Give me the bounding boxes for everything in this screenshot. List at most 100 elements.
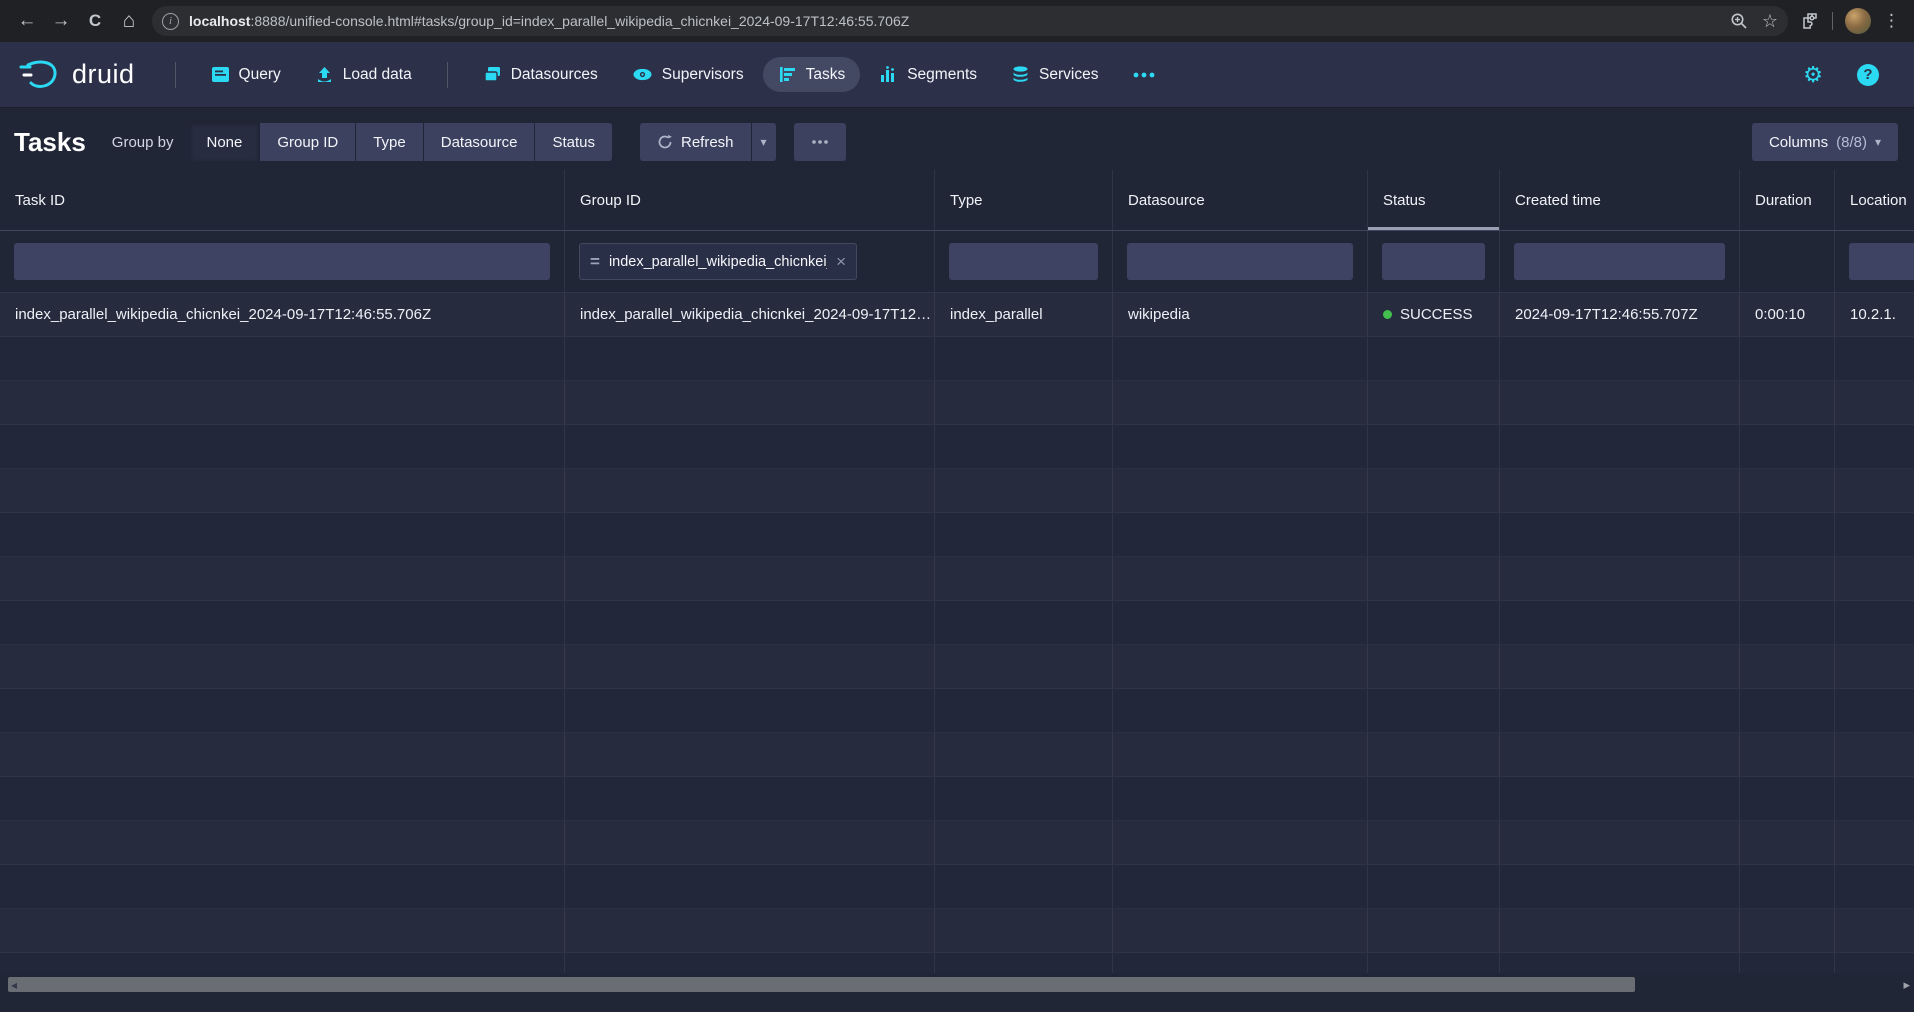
table-row-empty (0, 777, 1914, 821)
browser-toolbar: ← → C ⌂ i localhost:8888/unified-console… (0, 0, 1914, 42)
bookmark-star-icon[interactable]: ☆ (1762, 11, 1778, 32)
group-id-filter-value: index_parallel_wikipedia_chicnkei_202 (609, 254, 827, 270)
refresh-icon (657, 134, 673, 150)
group-by-label: Group by (112, 134, 174, 151)
zoom-icon[interactable] (1730, 12, 1748, 30)
column-header-location[interactable]: Location (1835, 170, 1914, 230)
type-filter-input[interactable] (949, 243, 1098, 280)
nav-item-services[interactable]: Services (996, 57, 1113, 92)
tasks-icon (778, 65, 797, 84)
druid-logo-icon (18, 58, 62, 92)
more-icon (811, 139, 829, 145)
scrollbar-thumb[interactable]: ◂ (8, 977, 1635, 992)
cell-duration: 0:00:10 (1755, 306, 1805, 323)
clear-filter-icon[interactable]: × (836, 252, 846, 272)
table-row-empty (0, 469, 1914, 513)
sort-indicator (1368, 227, 1499, 230)
group-by-datasource-button[interactable]: Datasource (424, 123, 535, 161)
nav-item-datasources[interactable]: Datasources (468, 57, 613, 92)
column-header-duration[interactable]: Duration (1740, 170, 1835, 230)
group-by-type-button[interactable]: Type (356, 123, 423, 161)
refresh-dropdown-button[interactable]: ▾ (752, 123, 776, 161)
nav-item-query[interactable]: Query (196, 57, 296, 92)
page-title: Tasks (14, 127, 86, 158)
site-info-icon[interactable]: i (162, 13, 179, 30)
nav-item-segments[interactable]: Segments (864, 57, 992, 92)
url-text: localhost:8888/unified-console.html#task… (189, 13, 1720, 29)
group-by-status-button[interactable]: Status (535, 123, 612, 161)
task-id-filter-input[interactable] (14, 243, 550, 280)
cell-status: SUCCESS (1400, 306, 1473, 323)
extensions-icon[interactable] (1800, 11, 1820, 31)
reload-icon[interactable]: C (78, 4, 112, 38)
status-success-dot (1383, 310, 1392, 319)
equals-filter-icon: = (590, 252, 600, 272)
column-header-created-time[interactable]: Created time (1500, 170, 1740, 230)
scroll-left-icon[interactable]: ◂ (11, 978, 17, 992)
nav-item-supervisors[interactable]: Supervisors (617, 57, 759, 92)
table-row-empty (0, 645, 1914, 689)
url-bar[interactable]: i localhost:8888/unified-console.html#ta… (152, 6, 1788, 36)
divider (175, 62, 176, 88)
tasks-toolbar: Tasks Group by None Group ID Type Dataso… (0, 108, 1914, 170)
created-time-filter-input[interactable] (1514, 243, 1725, 280)
back-icon[interactable]: ← (10, 4, 44, 38)
profile-avatar[interactable] (1845, 8, 1871, 34)
table-row-empty (0, 557, 1914, 601)
cell-type: index_parallel (950, 306, 1043, 323)
group-id-filter-chip[interactable]: = index_parallel_wikipedia_chicnkei_202 … (579, 243, 857, 280)
column-header-datasource[interactable]: Datasource (1113, 170, 1368, 230)
table-row-empty (0, 689, 1914, 733)
cell-datasource: wikipedia (1128, 306, 1190, 323)
datasource-filter-input[interactable] (1127, 243, 1353, 280)
table-header-row: Task ID Group ID Type Datasource Status … (0, 170, 1914, 231)
browser-menu-icon[interactable]: ⋮ (1883, 11, 1900, 31)
table-row-empty (0, 381, 1914, 425)
druid-navbar: druid Query Load data Datasources Superv… (0, 42, 1914, 108)
group-by-button-group: None Group ID Type Datasource Status (190, 123, 613, 161)
table-body: index_parallel_wikipedia_chicnkei_2024-0… (0, 293, 1914, 973)
druid-wordmark: druid (72, 59, 135, 90)
table-row-empty (0, 821, 1914, 865)
group-by-group-id-button[interactable]: Group ID (260, 123, 355, 161)
table-row-empty (0, 601, 1914, 645)
query-icon (211, 65, 230, 84)
eye-icon (632, 65, 653, 84)
services-icon (1011, 65, 1030, 84)
refresh-button[interactable]: Refresh (640, 123, 751, 161)
cell-task-id: index_parallel_wikipedia_chicnkei_2024-0… (15, 306, 431, 323)
location-filter-input[interactable] (1849, 243, 1914, 280)
table-row-empty (0, 909, 1914, 953)
help-icon[interactable]: ? (1842, 56, 1894, 94)
column-header-task-id[interactable]: Task ID (0, 170, 565, 230)
status-filter-input[interactable] (1382, 243, 1485, 280)
table-row-empty (0, 425, 1914, 469)
table-row-empty (0, 337, 1914, 381)
druid-logo[interactable]: druid (18, 58, 135, 92)
column-header-type[interactable]: Type (935, 170, 1113, 230)
upload-icon (315, 65, 334, 84)
nav-item-tasks[interactable]: Tasks (763, 57, 861, 92)
cell-group-id: index_parallel_wikipedia_chicnkei_2024-0… (580, 306, 934, 323)
group-by-none-button[interactable]: None (190, 123, 260, 161)
table-filter-row: = index_parallel_wikipedia_chicnkei_202 … (0, 231, 1914, 293)
column-header-group-id[interactable]: Group ID (565, 170, 935, 230)
datasources-icon (483, 65, 502, 84)
cell-created-time: 2024-09-17T12:46:55.707Z (1515, 306, 1698, 323)
nav-item-load-data[interactable]: Load data (300, 57, 427, 92)
column-header-status[interactable]: Status (1368, 170, 1500, 230)
table-row[interactable]: index_parallel_wikipedia_chicnkei_2024-0… (0, 293, 1914, 337)
home-icon[interactable]: ⌂ (112, 4, 146, 38)
scroll-right-icon[interactable]: ▸ (1903, 977, 1910, 992)
settings-gear-icon[interactable]: ⚙ (1788, 56, 1838, 94)
columns-button[interactable]: Columns (8/8) ▾ (1752, 123, 1898, 161)
refresh-button-group: Refresh ▾ (640, 123, 776, 161)
nav-more-icon[interactable] (1117, 63, 1171, 87)
more-actions-button[interactable] (794, 123, 846, 161)
columns-count: (8/8) (1836, 134, 1867, 151)
divider (1832, 12, 1833, 30)
horizontal-scrollbar[interactable]: ◂ ▸ (0, 975, 1914, 995)
tasks-table: Task ID Group ID Type Datasource Status … (0, 170, 1914, 973)
forward-icon[interactable]: → (44, 4, 78, 38)
cell-location: 10.2.1. (1850, 306, 1896, 323)
